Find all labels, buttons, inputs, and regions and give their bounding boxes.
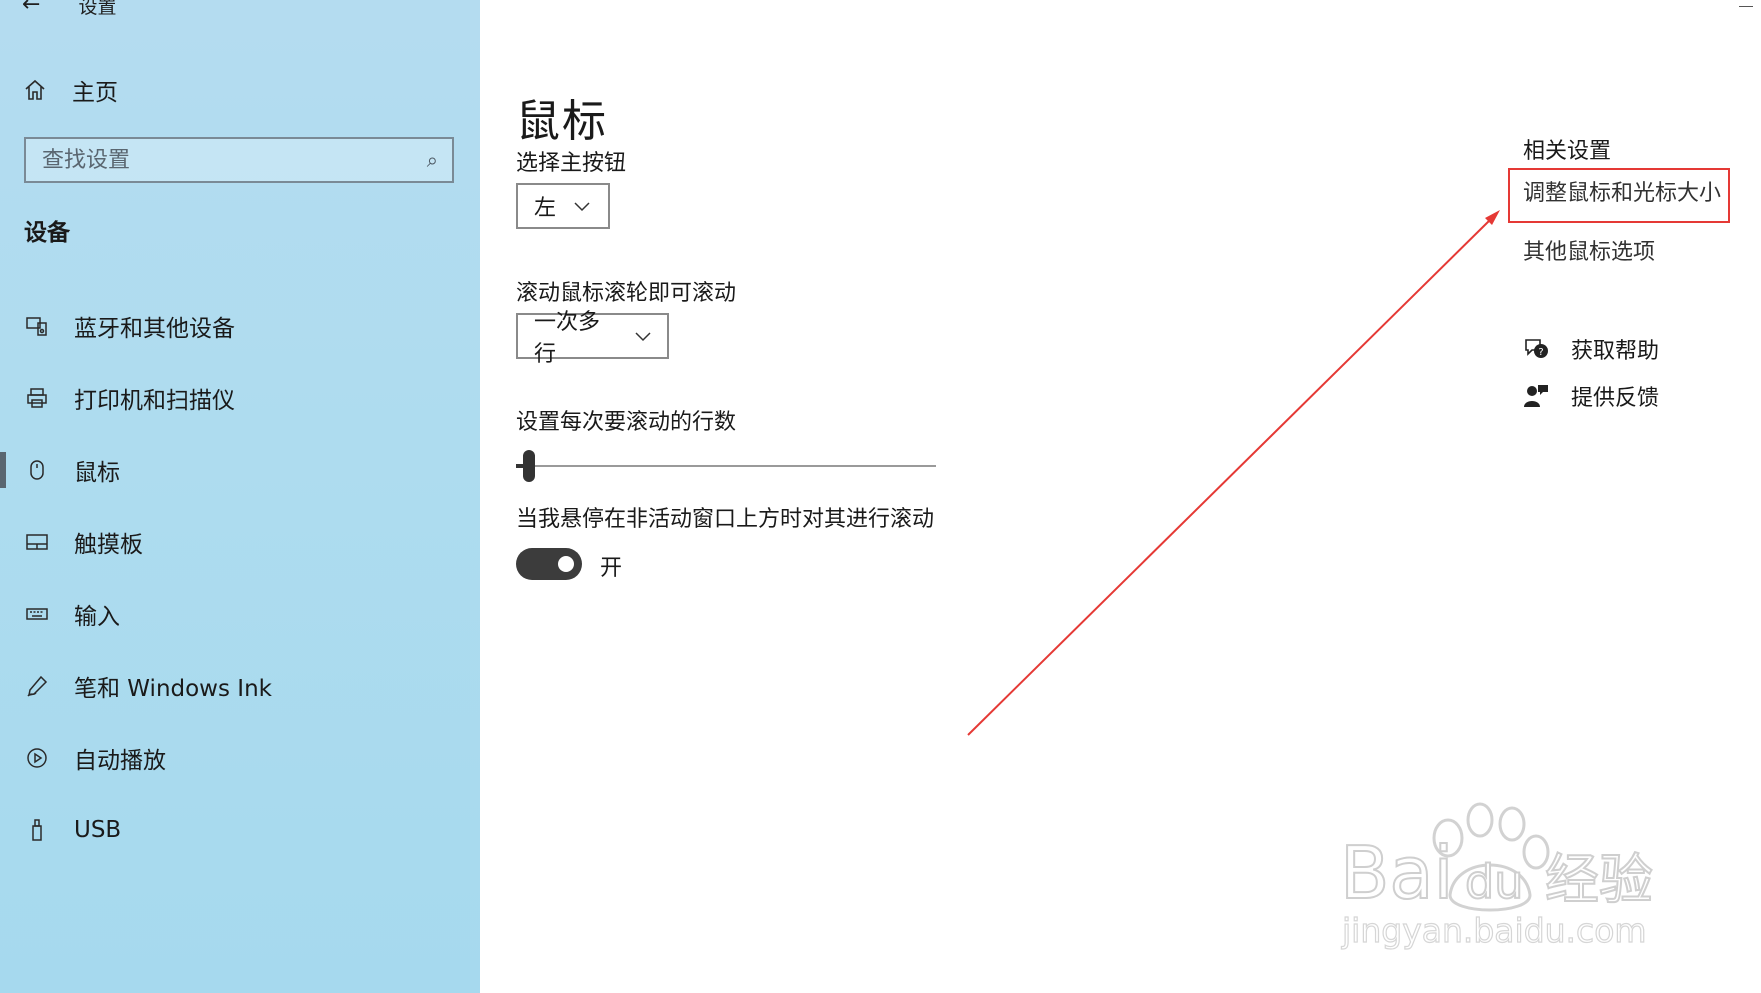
autoplay-icon (24, 745, 50, 771)
printer-icon (24, 385, 50, 411)
search-icon[interactable]: ⌕ (427, 148, 438, 172)
give-feedback-link[interactable]: 提供反馈 (1523, 380, 1659, 412)
sidebar-item-label: 鼠标 (74, 460, 120, 486)
touchpad-icon (24, 529, 50, 555)
usb-icon (24, 817, 50, 843)
sidebar: ← 设置 主页 ⌕ 设备 蓝牙和其他设备 (0, 0, 480, 993)
sidebar-item-label: 笔和 Windows Ink (74, 676, 272, 702)
pen-icon (24, 673, 50, 699)
chevron-down-icon (574, 197, 590, 216)
nav-list: 蓝牙和其他设备 打印机和扫描仪 鼠标 触摸板 输入 笔和 Windows Ink… (0, 290, 480, 866)
annotation-highlight-box (1508, 168, 1730, 223)
toggle-state-text: 开 (600, 556, 623, 581)
sidebar-item-typing[interactable]: 输入 (0, 578, 480, 650)
get-help-link[interactable]: ? 获取帮助 (1523, 333, 1659, 365)
sidebar-item-label: 打印机和扫描仪 (74, 388, 235, 414)
baidu-watermark: Bai du 经验 jingyan.baidu.com (1340, 802, 1654, 950)
mouse-icon (24, 457, 50, 483)
get-help-label: 获取帮助 (1571, 339, 1660, 364)
window-title: 设置 (78, 0, 117, 18)
toggle-knob (558, 556, 574, 572)
sidebar-item-label: 蓝牙和其他设备 (74, 316, 235, 342)
search-box[interactable]: ⌕ (24, 137, 454, 183)
sidebar-item-label: 输入 (74, 604, 120, 630)
search-input[interactable] (40, 146, 427, 174)
section-title: 设备 (24, 220, 70, 246)
sidebar-item-label: 触摸板 (74, 532, 143, 558)
svg-text:?: ? (1538, 347, 1543, 358)
sidebar-item-usb[interactable]: USB (0, 794, 480, 866)
watermark-brand-du: du (1465, 855, 1523, 909)
give-feedback-label: 提供反馈 (1571, 386, 1660, 411)
primary-button-value: 左 (534, 196, 557, 221)
chevron-down-icon (635, 327, 651, 346)
scroll-wheel-value: 一次多行 (534, 310, 601, 367)
watermark-brand-cn: 经验 (1545, 848, 1653, 911)
sidebar-item-bluetooth[interactable]: 蓝牙和其他设备 (0, 290, 480, 362)
lines-to-scroll-slider[interactable] (516, 448, 936, 484)
sidebar-item-label: USB (74, 817, 122, 843)
home-label: 主页 (72, 80, 118, 106)
back-arrow-icon[interactable]: ← (22, 0, 40, 16)
nav-home[interactable]: 主页 (22, 70, 118, 110)
slider-thumb[interactable] (522, 450, 535, 482)
sidebar-item-pen[interactable]: 笔和 Windows Ink (0, 650, 480, 722)
minimize-icon[interactable] (1739, 6, 1753, 7)
inactive-scroll-toggle[interactable] (516, 548, 582, 580)
page-title: 鼠标 (516, 96, 608, 148)
primary-button-dropdown[interactable]: 左 (516, 183, 610, 229)
sidebar-item-mouse[interactable]: 鼠标 (0, 434, 480, 506)
additional-mouse-options-link[interactable]: 其他鼠标选项 (1523, 234, 1655, 266)
sidebar-item-touchpad[interactable]: 触摸板 (0, 506, 480, 578)
home-icon (22, 77, 48, 103)
inactive-scroll-label: 当我悬停在非活动窗口上方时对其进行滚动 (516, 507, 935, 532)
primary-button-label: 选择主按钮 (516, 151, 627, 176)
sidebar-item-printers[interactable]: 打印机和扫描仪 (0, 362, 480, 434)
keyboard-icon (24, 601, 50, 627)
lines-to-scroll-label: 设置每次要滚动的行数 (516, 410, 737, 435)
watermark-brand: Bai (1340, 831, 1454, 915)
watermark-url: jingyan.baidu.com (1341, 911, 1647, 950)
feedback-person-icon (1523, 383, 1549, 409)
bluetooth-device-icon (24, 313, 50, 339)
slider-track (516, 465, 936, 467)
sidebar-item-label: 自动播放 (74, 748, 166, 774)
related-settings-title: 相关设置 (1523, 139, 1612, 164)
sidebar-item-autoplay[interactable]: 自动播放 (0, 722, 480, 794)
title-bar: ← 设置 (22, 0, 116, 20)
chat-help-icon: ? (1523, 336, 1549, 362)
scroll-wheel-label: 滚动鼠标滚轮即可滚动 (516, 281, 737, 306)
scroll-wheel-dropdown[interactable]: 一次多行 (516, 310, 669, 367)
